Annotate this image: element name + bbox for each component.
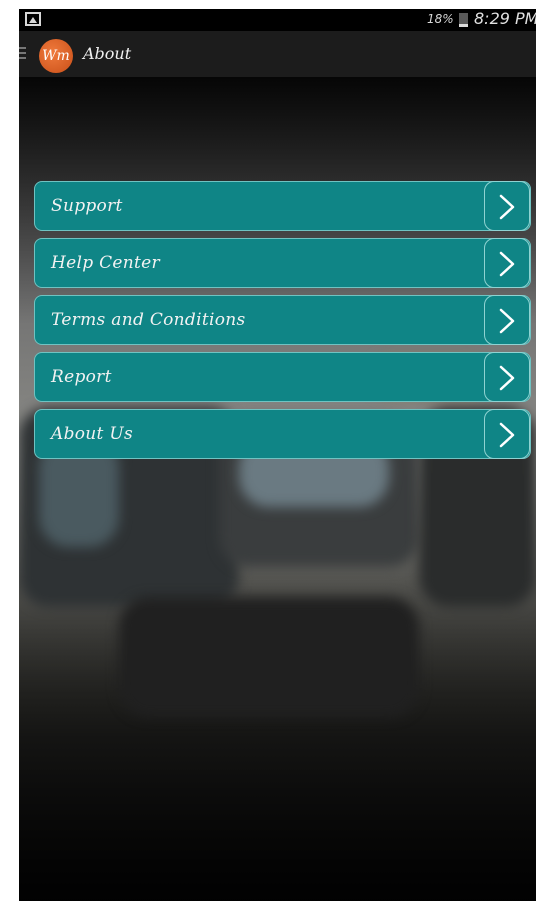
menu-item-label: Report [51, 367, 112, 387]
chevron-right-icon[interactable] [484, 409, 530, 459]
menu-icon[interactable] [19, 47, 27, 61]
menu-item-label: Help Center [51, 253, 160, 273]
app-logo[interactable]: Wm [39, 39, 73, 73]
menu-item-help-center[interactable]: Help Center [34, 238, 531, 288]
action-bar: Wm About [19, 31, 536, 77]
about-menu-list: Support Help Center Terms and Conditions… [34, 181, 531, 466]
menu-item-terms[interactable]: Terms and Conditions [34, 295, 531, 345]
chevron-right-icon[interactable] [484, 238, 530, 288]
phone-screen: 18% 8:29 PM Wm About Support Help Center [19, 9, 536, 901]
menu-item-about-us[interactable]: About Us [34, 409, 531, 459]
page-title: About [83, 44, 132, 63]
menu-item-report[interactable]: Report [34, 352, 531, 402]
battery-icon [459, 13, 468, 27]
chevron-right-icon[interactable] [484, 181, 530, 231]
chevron-right-icon[interactable] [484, 295, 530, 345]
menu-item-label: Support [51, 196, 123, 216]
menu-item-support[interactable]: Support [34, 181, 531, 231]
status-bar: 18% 8:29 PM [19, 9, 536, 31]
menu-item-label: About Us [51, 424, 134, 444]
battery-percent: 18% [427, 12, 454, 26]
menu-item-label: Terms and Conditions [51, 310, 246, 330]
status-time: 8:29 PM [474, 9, 536, 28]
gallery-icon [25, 12, 41, 26]
chevron-right-icon[interactable] [484, 352, 530, 402]
